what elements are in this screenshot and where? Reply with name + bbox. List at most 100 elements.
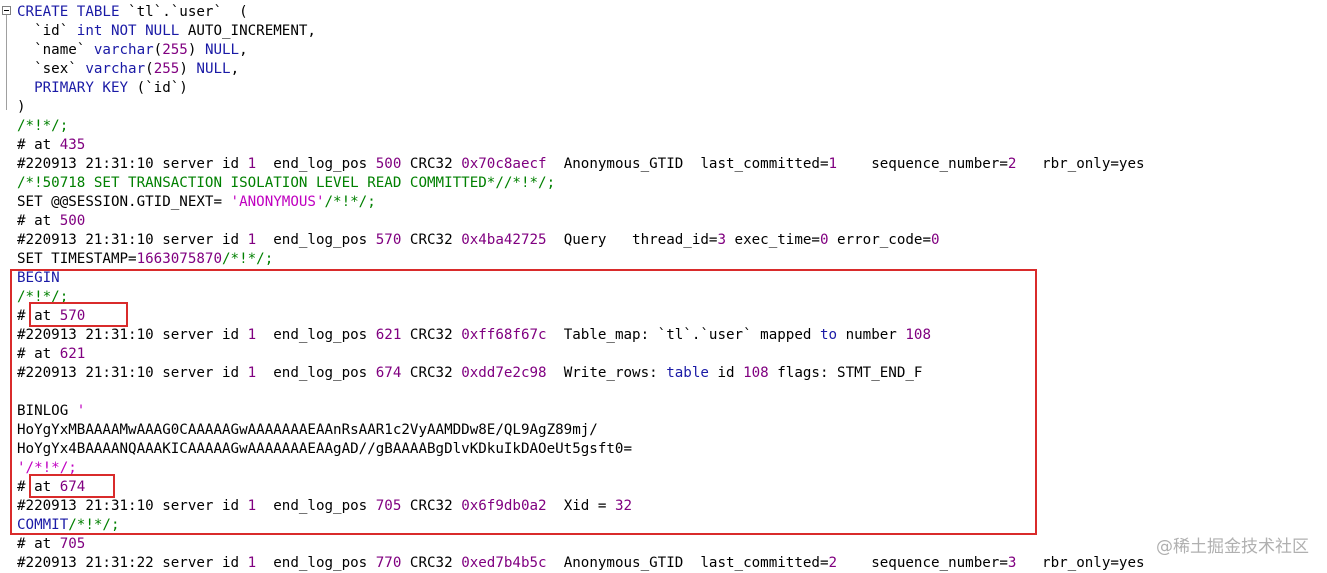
- code-line: # at 435: [17, 136, 1327, 155]
- code-token: NULL: [204, 42, 240, 58]
- code-line: `sex` varchar(255) NULL,: [17, 60, 1327, 79]
- code-token: CRC32: [401, 498, 462, 514]
- code-token: # at: [17, 536, 60, 552]
- code-token: ': [76, 403, 86, 419]
- code-token: 570: [375, 232, 402, 248]
- code-token: error_code=: [828, 232, 932, 248]
- code-token: end_log_pos: [256, 498, 376, 514]
- code-line: `name` varchar(255) NULL,: [17, 41, 1327, 60]
- code-line: # at 674: [17, 478, 1327, 497]
- code-token: (`id`): [136, 80, 188, 96]
- code-line: `id` int NOT NULL AUTO_INCREMENT,: [17, 22, 1327, 41]
- code-token: id: [708, 365, 744, 381]
- code-line: /*!*/;: [17, 117, 1327, 136]
- code-token: 705: [375, 498, 402, 514]
- code-token: varchar: [93, 42, 154, 58]
- code-token: ,: [230, 61, 240, 77]
- code-token: BINLOG: [17, 403, 77, 419]
- code-line: CREATE TABLE `tl`.`user` (: [17, 3, 1327, 22]
- code-token: 1: [247, 232, 257, 248]
- code-token: 0x6f9db0a2: [461, 498, 547, 514]
- code-token: CRC32: [401, 327, 462, 343]
- fold-guide-line: [6, 15, 7, 110]
- code-token: 2: [828, 555, 838, 571]
- code-token: end_log_pos: [256, 365, 376, 381]
- code-token: #220913 21:31:10 server id: [17, 156, 248, 172]
- code-token: HoYgYx4BAAAANQAAAKICAAAAAGwAAAAAAAEAAgAD…: [17, 441, 632, 457]
- code-token: end_log_pos: [256, 327, 376, 343]
- code-line: COMMIT/*!*/;: [17, 516, 1327, 535]
- code-token: PRIMARY KEY: [17, 80, 137, 96]
- code-token: #220913 21:31:10 server id: [17, 498, 248, 514]
- code-line: BEGIN: [17, 269, 1327, 288]
- code-token: # at: [17, 479, 60, 495]
- code-token: 108: [905, 327, 932, 343]
- code-token: '/*!*/;: [17, 460, 77, 476]
- code-token: 1: [247, 498, 257, 514]
- code-line: #220913 21:31:10 server id 1 end_log_pos…: [17, 231, 1327, 250]
- code-line: PRIMARY KEY (`id`): [17, 79, 1327, 98]
- code-token: 435: [59, 137, 86, 153]
- code-line: #220913 21:31:10 server id 1 end_log_pos…: [17, 326, 1327, 345]
- code-token: #220913 21:31:10 server id: [17, 365, 248, 381]
- code-token: 'ANONYMOUS': [230, 194, 325, 210]
- code-token: /*!*/;: [324, 194, 376, 210]
- code-token: exec_time=: [726, 232, 820, 248]
- code-line: # at 705: [17, 535, 1327, 554]
- code-line: #220913 21:31:10 server id 1 end_log_pos…: [17, 364, 1327, 383]
- code-token: /*!*/;: [17, 118, 69, 134]
- code-token: 255: [153, 61, 180, 77]
- code-line: [17, 383, 1327, 402]
- code-token: NULL: [196, 61, 231, 77]
- code-token: /*!50718 SET TRANSACTION ISOLATION LEVEL…: [17, 175, 556, 191]
- code-token: 3: [717, 232, 726, 248]
- code-token: ,: [239, 42, 248, 58]
- code-token: 1: [247, 327, 257, 343]
- code-token: rbr_only=yes: [1016, 156, 1145, 172]
- code-token: #220913 21:31:10 server id: [17, 327, 248, 343]
- code-token: end_log_pos: [256, 232, 376, 248]
- code-token: 1: [247, 365, 257, 381]
- code-line: /*!50718 SET TRANSACTION ISOLATION LEVEL…: [17, 174, 1327, 193]
- watermark: @稀土掘金技术社区: [1156, 537, 1309, 557]
- code-token: 0xff68f67c: [461, 327, 547, 343]
- code-token: CREATE TABLE: [17, 4, 129, 20]
- code-token: Anonymous_GTID last_committed=: [546, 156, 829, 172]
- code-token: sequence_number=: [837, 156, 1008, 172]
- code-line: #220913 21:31:10 server id 1 end_log_pos…: [17, 497, 1327, 516]
- code-line: /*!*/;: [17, 288, 1327, 307]
- code-token: COMMIT: [17, 517, 69, 533]
- code-line: #220913 21:31:10 server id 1 end_log_pos…: [17, 155, 1327, 174]
- code-token: Anonymous_GTID last_committed=: [546, 555, 829, 571]
- code-line: # at 500: [17, 212, 1327, 231]
- code-token: 621: [375, 327, 402, 343]
- code-token: 0x70c8aecf: [461, 156, 547, 172]
- binlog-code-view[interactable]: CREATE TABLE `tl`.`user` ( `id` int NOT …: [17, 3, 1327, 573]
- code-token: /*!*/;: [222, 251, 274, 267]
- code-token: # at: [17, 213, 60, 229]
- code-token: CRC32: [401, 232, 462, 248]
- code-token: CRC32: [401, 365, 462, 381]
- code-token: /*!*/;: [68, 517, 120, 533]
- code-token: varchar: [85, 61, 146, 77]
- code-token: #220913 21:31:22 server id: [17, 555, 248, 571]
- code-line: #220913 21:31:22 server id 1 end_log_pos…: [17, 554, 1327, 573]
- code-token: end_log_pos: [256, 156, 376, 172]
- code-token: # at: [17, 137, 60, 153]
- code-token: SET TIMESTAMP=: [17, 251, 137, 267]
- code-token: Write_rows:: [546, 365, 667, 381]
- code-token: flags: STMT_END_F: [768, 365, 923, 381]
- fold-collapse-icon[interactable]: [2, 6, 11, 15]
- code-token: 1663075870: [136, 251, 223, 267]
- code-token: ): [17, 99, 26, 115]
- code-token: HoYgYxMBAAAAMwAAAG0CAAAAAGwAAAAAAAEAAnRs…: [17, 422, 598, 438]
- code-token: 500: [59, 213, 86, 229]
- code-token: 1: [828, 156, 838, 172]
- code-token: `name`: [17, 42, 94, 58]
- code-token: 32: [614, 498, 633, 514]
- code-token: `tl`.`user` (: [128, 4, 248, 20]
- code-token: end_log_pos: [256, 555, 376, 571]
- code-token: # at: [17, 308, 60, 324]
- code-token: 0: [819, 232, 829, 248]
